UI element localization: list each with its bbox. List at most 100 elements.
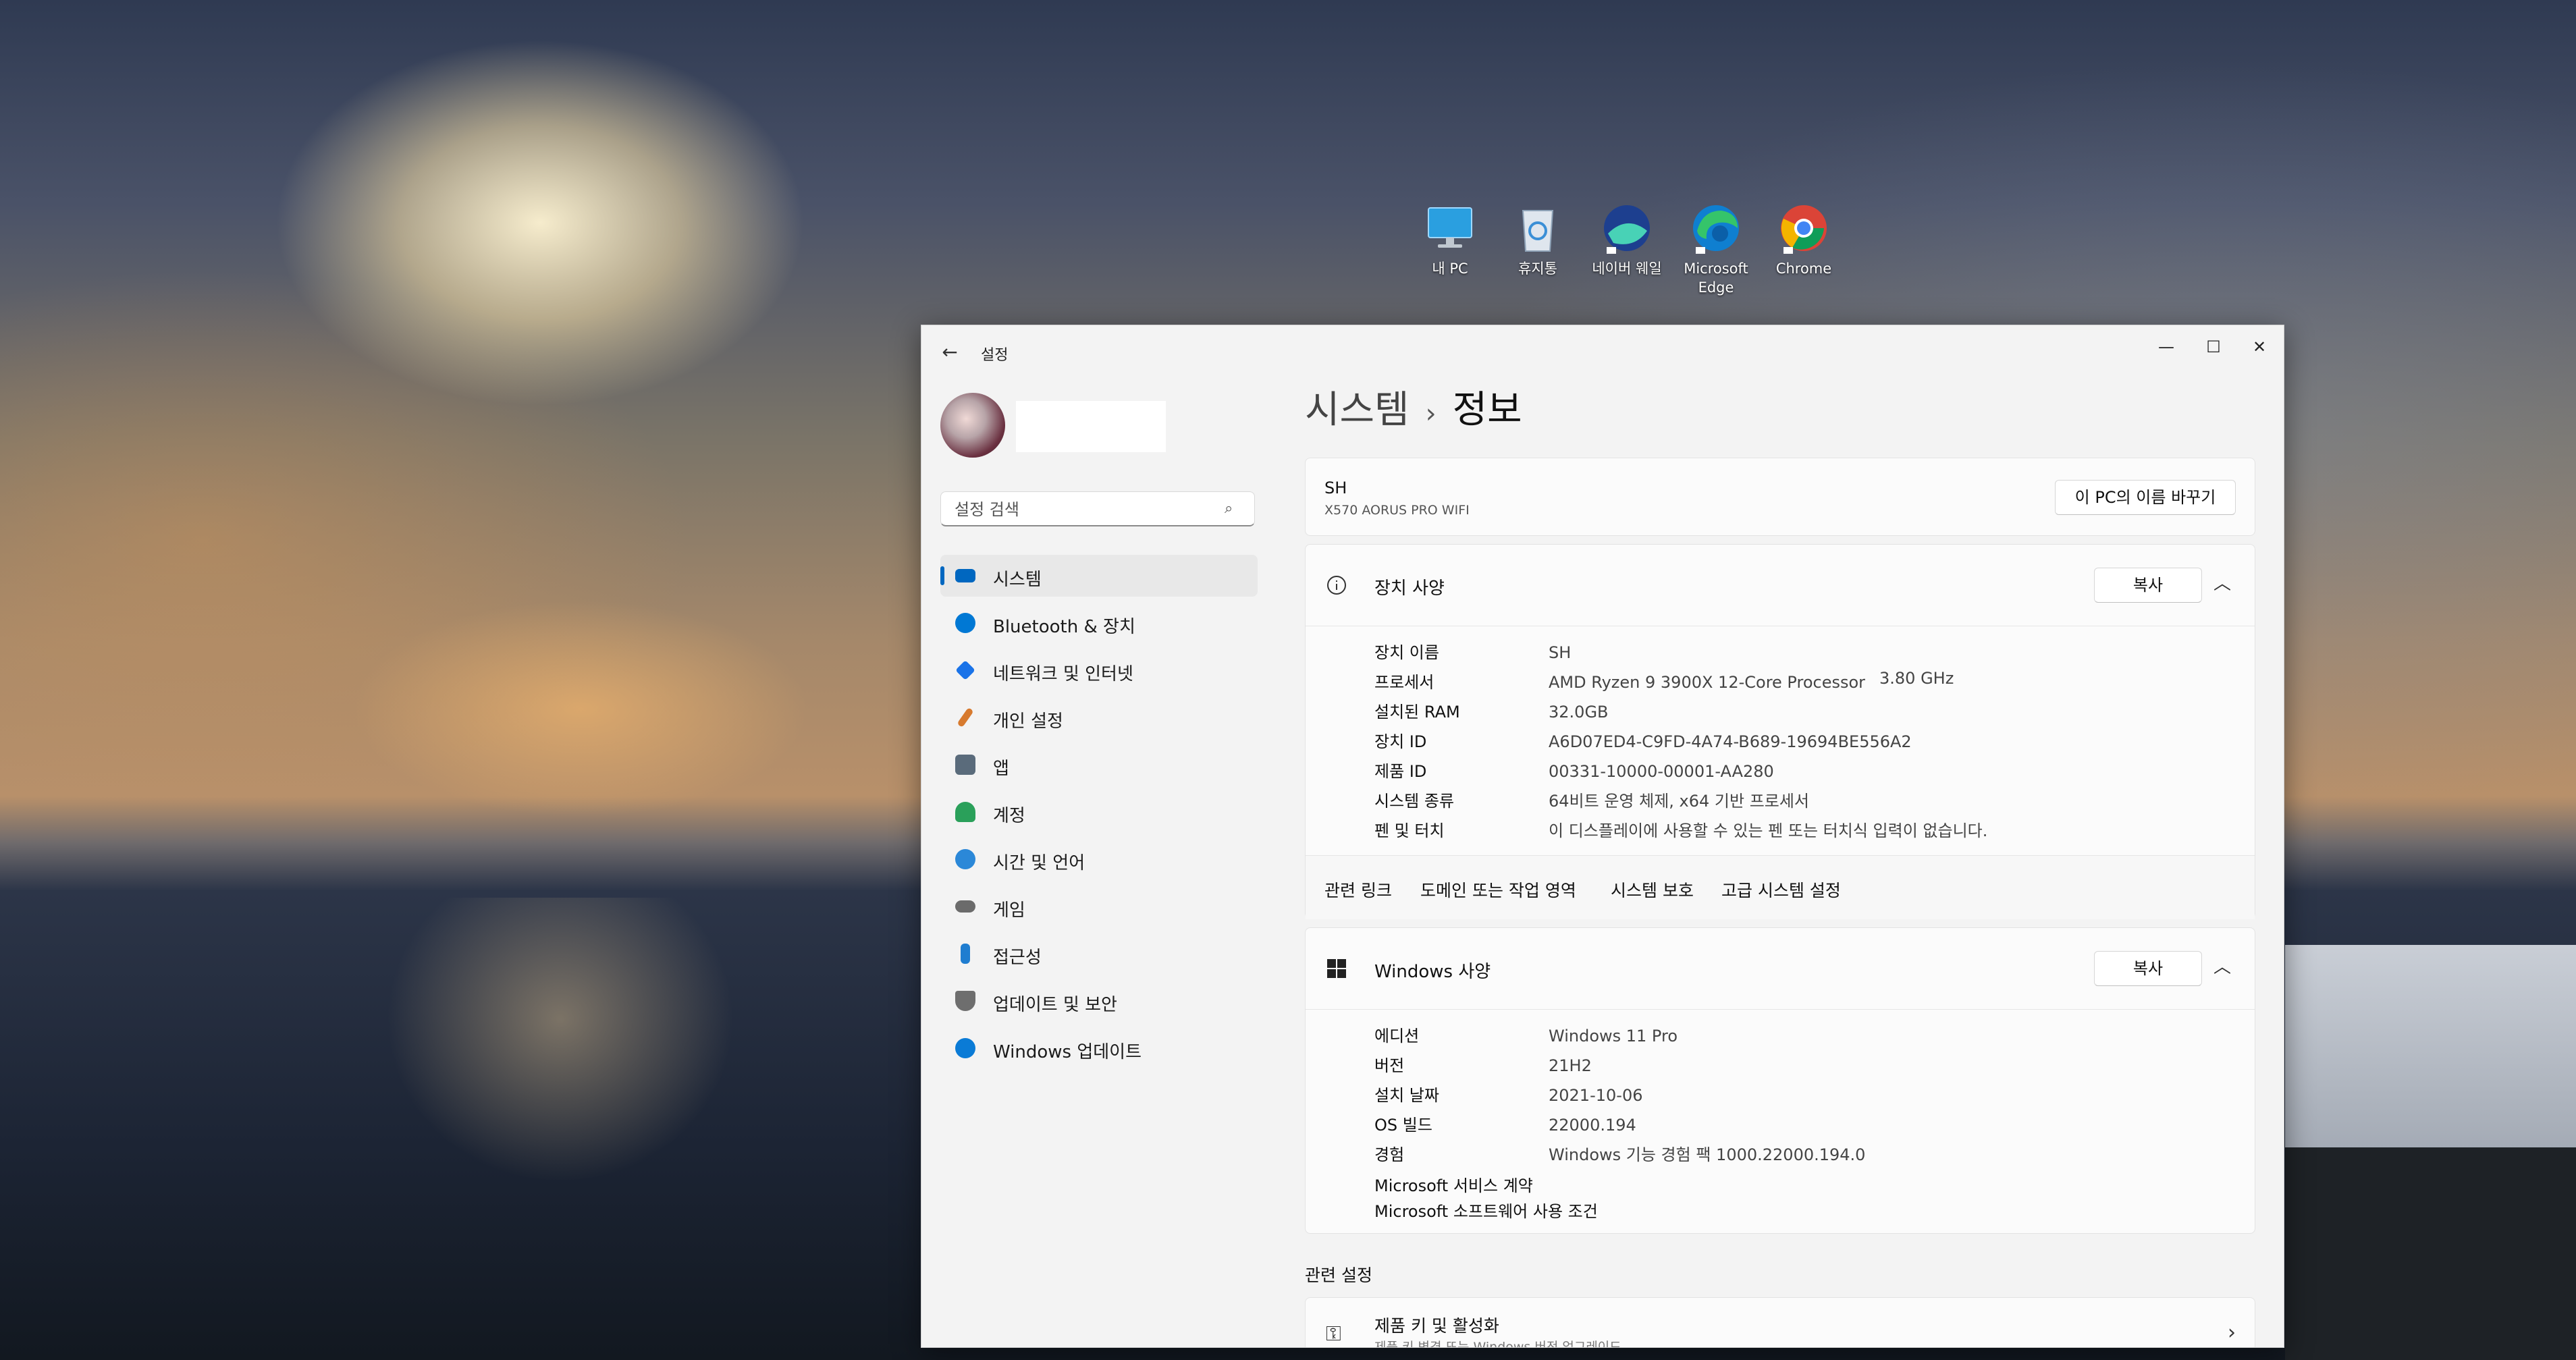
sidebar-item-accessibility[interactable]: 접근성 <box>940 933 1258 975</box>
sidebar-item-windows-update[interactable]: Windows 업데이트 <box>940 1027 1258 1069</box>
product-key-card[interactable]: ⚿ 제품 키 및 활성화 제품 키 변경 또는 Windows 버전 업그레이드… <box>1305 1297 2255 1348</box>
maximize-button[interactable]: ☐ <box>2192 332 2235 362</box>
spec-key: 프로세서 <box>1374 673 1434 692</box>
link-ms-services-agreement[interactable]: Microsoft 서비스 계약 <box>1374 1172 1533 1196</box>
spec-value: A6D07ED4-C9FD-4A74-B689-19694BE556A2 <box>1549 732 1912 751</box>
link-ms-license-terms[interactable]: Microsoft 소프트웨어 사용 조건 <box>1374 1198 1598 1222</box>
spec-row-ram: 설치된 RAM 32.0GB <box>1374 699 1609 722</box>
copy-windows-specs-button[interactable]: 복사 <box>2094 951 2202 986</box>
wallpaper-sea-glint <box>324 898 797 1303</box>
spec-key: 설치된 RAM <box>1374 703 1460 722</box>
spec-value: 21H2 <box>1549 1056 1592 1075</box>
sidebar-item-bluetooth[interactable]: Bluetooth & 장치 <box>940 602 1258 644</box>
spec-key: 시스템 종류 <box>1374 792 1455 811</box>
desktop-icon-label: Microsoft Edge <box>1684 261 1748 296</box>
desktop-icon-edge[interactable]: Microsoft Edge <box>1678 201 1754 297</box>
sidebar-item-system[interactable]: 시스템 <box>940 555 1258 597</box>
sidebar-item-label: Bluetooth & 장치 <box>993 617 1135 637</box>
spec-key: 에디션 <box>1374 1027 1420 1045</box>
chevron-up-icon[interactable]: ︿ <box>2209 954 2236 981</box>
spec-value: SH <box>1549 643 1572 662</box>
spec-value: 이 디스플레이에 사용할 수 있는 펜 또는 터치식 입력이 없습니다. <box>1549 821 1988 840</box>
sidebar-item-label: 시간 및 언어 <box>993 853 1085 873</box>
sidebar-item-gaming[interactable]: 게임 <box>940 886 1258 927</box>
chrome-icon <box>1777 201 1831 255</box>
windows-update-icon <box>955 1038 975 1058</box>
sidebar-item-personalization[interactable]: 개인 설정 <box>940 697 1258 738</box>
product-key-subtitle: 제품 키 변경 또는 Windows 버전 업그레이드 <box>1374 1340 1621 1348</box>
close-button[interactable]: ✕ <box>2238 332 2281 362</box>
related-links-row: 관련 링크 도메인 또는 작업 영역 시스템 보호 고급 시스템 설정 <box>1306 855 2255 919</box>
whale-browser-icon <box>1600 201 1654 255</box>
spec-value: 00331-10000-00001-AA280 <box>1549 762 1774 781</box>
spec-row-processor: 프로세서 AMD Ryzen 9 3900X 12-Core Processor <box>1374 669 1865 692</box>
processor-speed: 3.80 GHz <box>1879 669 1954 688</box>
spec-row-device-name: 장치 이름 SH <box>1374 639 1571 663</box>
search-icon[interactable]: ⌕ <box>1225 500 1242 518</box>
window-title: 설정 <box>981 347 1009 364</box>
sidebar-item-update-security[interactable]: 업데이트 및 보안 <box>940 980 1258 1022</box>
network-icon <box>955 660 975 680</box>
shield-icon <box>955 991 975 1011</box>
related-links-label: 관련 링크 <box>1324 881 1392 900</box>
spec-value: 22000.194 <box>1549 1116 1636 1135</box>
spec-row-version: 버전 21H2 <box>1374 1052 1592 1076</box>
pc-name: SH <box>1324 479 1347 497</box>
desktop-icon-whale[interactable]: 네이버 웨일 <box>1589 201 1665 278</box>
sidebar-item-network[interactable]: 네트워크 및 인터넷 <box>940 649 1258 691</box>
link-system-protection[interactable]: 시스템 보호 <box>1611 877 1694 902</box>
spec-value: Windows 기능 경험 팩 1000.22000.194.0 <box>1549 1145 1866 1164</box>
search-input[interactable] <box>953 499 1219 520</box>
chevron-up-icon[interactable]: ︿ <box>2209 570 2236 597</box>
sidebar-item-time-language[interactable]: 시간 및 언어 <box>940 838 1258 880</box>
sidebar-item-label: Windows 업데이트 <box>993 1042 1142 1062</box>
spec-key: 버전 <box>1374 1056 1405 1075</box>
globe-icon <box>955 849 975 869</box>
spec-row-pen-touch: 펜 및 터치 이 디스플레이에 사용할 수 있는 펜 또는 터치식 입력이 없습니… <box>1374 817 1987 841</box>
sidebar-nav: 시스템 Bluetooth & 장치 네트워크 및 인터넷 개인 설정 앱 계정… <box>940 555 1258 1075</box>
chevron-right-icon: › <box>2228 1321 2236 1344</box>
spec-key: 장치 ID <box>1374 732 1427 751</box>
spec-row-device-id: 장치 ID A6D07ED4-C9FD-4A74-B689-19694BE556A… <box>1374 728 1912 752</box>
system-icon <box>955 569 975 582</box>
sidebar-item-apps[interactable]: 앱 <box>940 744 1258 786</box>
spec-value: 2021-10-06 <box>1549 1086 1643 1105</box>
desktop-icon-recycle-bin[interactable]: 휴지통 <box>1500 201 1576 278</box>
breadcrumb: 시스템 › 정보 <box>1305 379 1522 447</box>
monitor-icon <box>1423 201 1477 255</box>
avatar[interactable] <box>940 393 1005 458</box>
desktop-icon-my-pc[interactable]: 내 PC <box>1412 201 1488 278</box>
apps-icon <box>955 755 975 775</box>
spec-key: 장치 이름 <box>1374 643 1439 662</box>
desktop-icon-label: 휴지통 <box>1518 261 1557 277</box>
spec-key: 설치 날짜 <box>1374 1086 1439 1105</box>
spec-value: 64비트 운영 체제, x64 기반 프로세서 <box>1549 792 1810 811</box>
link-advanced-system-settings[interactable]: 고급 시스템 설정 <box>1721 877 1841 902</box>
settings-search-box[interactable]: ⌕ <box>940 491 1255 526</box>
windows-specs-header[interactable]: Windows 사양 복사 ︿ <box>1306 928 2255 1010</box>
device-specs-card: 장치 사양 복사 ︿ 장치 이름 SH 프로세서 AMD Ryzen 9 3900X… <box>1305 544 2255 919</box>
windows-specs-title: Windows 사양 <box>1374 962 1491 982</box>
back-button[interactable]: ← <box>936 339 963 366</box>
spec-row-experience: 경험 Windows 기능 경험 팩 1000.22000.194.0 <box>1374 1141 1865 1165</box>
account-icon <box>955 802 975 822</box>
rename-pc-button[interactable]: 이 PC의 이름 바꾸기 <box>2055 480 2236 515</box>
device-specs-header[interactable]: 장치 사양 복사 ︿ <box>1306 545 2255 626</box>
sidebar-item-accounts[interactable]: 계정 <box>940 791 1258 833</box>
bluetooth-icon <box>955 613 975 633</box>
link-domain-workgroup[interactable]: 도메인 또는 작업 영역 <box>1420 877 1576 902</box>
wallpaper-rocks <box>2285 1147 2576 1360</box>
breadcrumb-parent[interactable]: 시스템 <box>1305 388 1410 432</box>
account-name-redacted <box>1016 401 1166 452</box>
related-settings-title: 관련 설정 <box>1305 1266 1372 1285</box>
device-specs-title: 장치 사양 <box>1374 578 1445 599</box>
pc-model: X570 AORUS PRO WIFI <box>1324 503 1470 518</box>
minimize-button[interactable]: — <box>2145 332 2188 362</box>
copy-device-specs-button[interactable]: 복사 <box>2094 568 2202 603</box>
desktop-icon-chrome[interactable]: Chrome <box>1766 201 1842 278</box>
spec-key: 펜 및 터치 <box>1374 821 1445 840</box>
edge-icon <box>1689 201 1743 255</box>
spec-row-product-id: 제품 ID 00331-10000-00001-AA280 <box>1374 758 1774 782</box>
spec-value: 32.0GB <box>1549 703 1609 722</box>
sidebar-item-label: 시스템 <box>993 570 1042 590</box>
